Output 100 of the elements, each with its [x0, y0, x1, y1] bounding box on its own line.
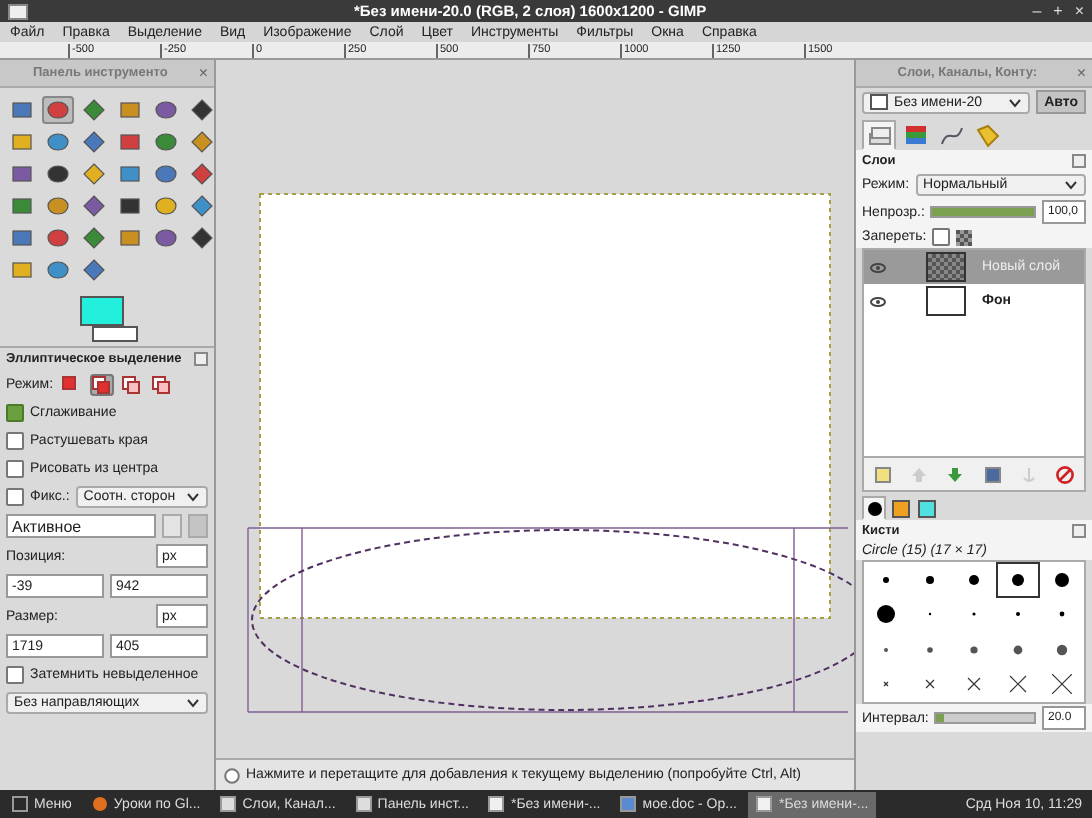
layers-icon [867, 123, 891, 147]
square-icon [118, 98, 142, 122]
circle-icon [154, 226, 178, 250]
tool-button[interactable] [150, 192, 182, 220]
cross-icon [1008, 674, 1028, 695]
checkbox[interactable] [932, 228, 951, 246]
diamond-icon [82, 194, 106, 218]
diamond-icon [82, 130, 106, 154]
chevron-icon [1064, 180, 1078, 190]
cross-icon [964, 674, 984, 695]
diamond-icon [82, 98, 106, 122]
checkbox[interactable] [6, 488, 24, 506]
circle-icon [46, 194, 70, 218]
gradient-icon [917, 499, 935, 517]
diamond-icon [190, 162, 214, 186]
close-button[interactable]: × [1076, 64, 1086, 82]
square-icon [118, 130, 142, 154]
tool-button[interactable] [6, 160, 38, 188]
image-thumbnail-icon [870, 94, 888, 110]
tool-button[interactable] [150, 160, 182, 188]
tool-button[interactable] [78, 160, 110, 188]
delete-icon[interactable] [1056, 465, 1075, 483]
app-icon [620, 796, 637, 812]
chevron-icon [186, 698, 200, 708]
app-icon [355, 796, 372, 812]
tool-button[interactable] [42, 256, 74, 284]
square-icon [118, 194, 142, 218]
diamond-icon [82, 162, 106, 186]
tool-button[interactable] [78, 256, 110, 284]
tool-button[interactable] [114, 192, 146, 220]
tool-button[interactable] [114, 160, 146, 188]
menu-icon[interactable] [194, 352, 208, 366]
square-icon [10, 194, 34, 218]
input-field[interactable]: Активное [6, 514, 156, 538]
circle-icon [46, 226, 70, 250]
diamond-icon [190, 130, 214, 154]
tool-button[interactable] [186, 192, 218, 220]
dot-icon [964, 569, 984, 590]
tool-button[interactable] [150, 96, 182, 124]
window-control-button[interactable]: + [1053, 2, 1063, 20]
duplicate-icon[interactable] [983, 465, 1002, 483]
mode-button[interactable] [119, 374, 144, 396]
tool-button[interactable] [6, 96, 38, 124]
tool-button[interactable] [186, 96, 218, 124]
checker-icon[interactable] [956, 229, 973, 245]
app-icon [12, 796, 28, 812]
new-layer-icon[interactable] [873, 465, 892, 483]
tool-button[interactable] [114, 128, 146, 156]
layer-thumbnail [926, 252, 966, 282]
background-color-swatch[interactable] [92, 326, 138, 342]
window-control-button[interactable]: – [1032, 2, 1042, 20]
chevron-icon [186, 492, 200, 502]
brush-dot-icon [865, 499, 883, 517]
cross-icon [1052, 674, 1072, 695]
eye-icon[interactable] [870, 295, 886, 307]
tool-button[interactable] [42, 160, 74, 188]
menu-icon[interactable] [1072, 524, 1086, 538]
selection-ellipse[interactable] [247, 527, 854, 713]
diamond-icon [190, 98, 214, 122]
spacing-slider[interactable] [934, 712, 1036, 724]
dock-tab[interactable] [862, 496, 886, 520]
menu-icon[interactable] [1072, 154, 1086, 168]
square-icon [118, 162, 142, 186]
tool-button[interactable] [42, 128, 74, 156]
brush-swatch[interactable] [996, 562, 1040, 597]
down-arrow-icon[interactable] [946, 465, 965, 483]
app-icon [756, 796, 773, 812]
tool-button[interactable] [150, 128, 182, 156]
circle-icon [46, 258, 70, 282]
circle-icon [154, 98, 178, 122]
checkbox[interactable] [6, 460, 24, 478]
tool-button[interactable] [6, 224, 38, 252]
mode-button[interactable] [149, 374, 174, 396]
tool-button[interactable] [42, 192, 74, 220]
tool-button[interactable] [150, 224, 182, 252]
checkbox[interactable] [6, 666, 24, 684]
dot-icon [1052, 639, 1072, 660]
mode-button[interactable] [89, 374, 114, 396]
square-icon [10, 258, 34, 282]
window-control-button[interactable]: × [1074, 2, 1084, 20]
circle-icon [46, 162, 70, 186]
tool-button[interactable] [6, 192, 38, 220]
tool-button[interactable] [78, 224, 110, 252]
diamond-icon [82, 226, 106, 250]
dot-icon [876, 604, 896, 625]
tool-button[interactable] [78, 128, 110, 156]
tool-button[interactable] [186, 224, 218, 252]
tool-button[interactable] [42, 224, 74, 252]
diamond-icon [190, 194, 214, 218]
checkbox[interactable] [6, 404, 24, 422]
foreground-color-swatch[interactable] [80, 296, 124, 326]
checkbox[interactable] [6, 432, 24, 450]
close-button[interactable]: × [198, 64, 208, 82]
tool-button[interactable] [78, 192, 110, 220]
tool-button[interactable] [186, 160, 218, 188]
hint-icon [224, 767, 240, 783]
tool-button[interactable] [186, 128, 218, 156]
dot-icon [1052, 569, 1072, 590]
tool-button[interactable] [78, 96, 110, 124]
window-icon [8, 3, 28, 19]
